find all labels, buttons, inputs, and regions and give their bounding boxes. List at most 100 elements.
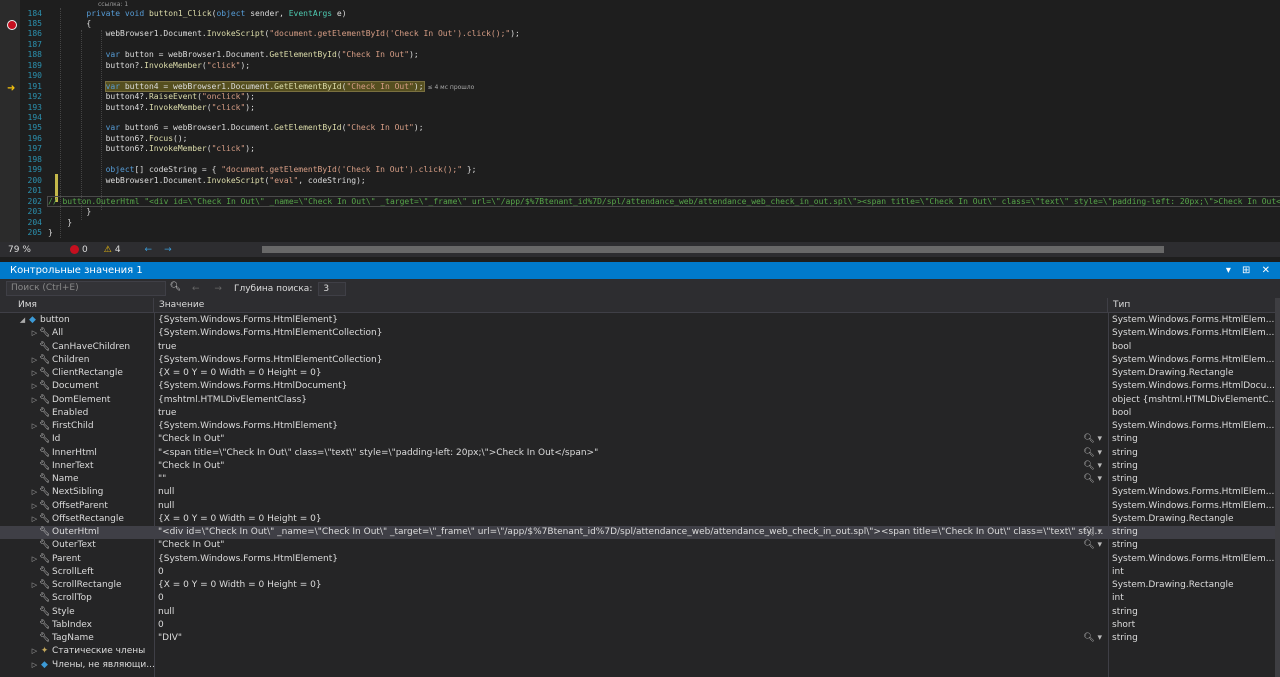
watch-row[interactable]: ▷ 🔧︎ FirstChild {System.Windows.Forms.HtmlE… — [0, 420, 1275, 433]
expand-toggle-icon[interactable]: ▷ — [30, 513, 39, 526]
column-divider[interactable] — [1108, 313, 1109, 677]
watch-row-value[interactable]: {System.Windows.Forms.HtmlElement} — [155, 314, 1108, 327]
code-line[interactable]: 202 // button.OuterHtml "<div id=\"Check … — [20, 195, 1280, 208]
search-icon[interactable]: 🔍︎ — [170, 281, 181, 294]
code-line[interactable]: 187 — [20, 40, 1280, 51]
expand-toggle-icon[interactable]: ▷ — [30, 394, 39, 407]
code-line[interactable]: 200 webBrowser1.Document.InvokeScript("ev… — [20, 176, 1280, 187]
code-line[interactable]: 184 private void button1_Click(object sen… — [20, 9, 1280, 20]
watch-row-value[interactable] — [155, 659, 1108, 672]
nav-arrows-icon[interactable]: ←→ — [145, 245, 184, 255]
error-count[interactable]: 0 — [70, 244, 88, 255]
watch-panel-title[interactable]: Контрольные значения 1 ▾ ⊞ ✕ — [0, 262, 1280, 279]
code-line[interactable]: 205} — [20, 228, 1280, 239]
code-line[interactable]: 191 var button4 = webBrowser1.Document.Ge… — [20, 80, 1280, 93]
watch-row[interactable]: ▷ 🔧︎ ClientRectangle {X = 0 Y = 0 Width = 0… — [0, 367, 1275, 380]
expand-toggle-icon[interactable]: ▷ — [30, 645, 39, 658]
watch-row-name[interactable]: 🔧︎ ScrollTop — [0, 592, 154, 605]
watch-row-name[interactable]: ▷ 🔧︎ ScrollRectangle — [0, 579, 154, 592]
watch-row[interactable]: 🔧︎ ScrollTop 0 int — [0, 592, 1275, 605]
magnifier-visualizer-icon[interactable]: 🔍︎ ▾ — [1083, 632, 1102, 645]
code-line[interactable]: 197 button6?.InvokeMember("click"); — [20, 144, 1280, 155]
watch-row-value[interactable]: true — [155, 407, 1108, 420]
search-depth-select[interactable]: 3 — [318, 281, 347, 296]
watch-row[interactable]: 🔧︎ Id "Check In Out" 🔍︎ ▾ string — [0, 433, 1275, 446]
watch-row-name[interactable]: 🔧︎ InnerHtml — [0, 447, 154, 460]
panel-window-controls[interactable]: ▾ ⊞ ✕ — [1226, 262, 1274, 279]
watch-row-value[interactable]: {System.Windows.Forms.HtmlElement} — [155, 420, 1108, 433]
watch-row-value[interactable] — [155, 645, 1108, 658]
watch-row[interactable]: ▷ 🔧︎ Document {System.Windows.Forms.HtmlDoc… — [0, 380, 1275, 393]
code-line[interactable]: 193 button4?.InvokeMember("click"); — [20, 103, 1280, 114]
watch-row-name[interactable]: 🔧︎ Enabled — [0, 407, 154, 420]
watch-row-value[interactable]: "<div id=\"Check In Out\" _name=\"Check … — [155, 526, 1108, 539]
watch-row-value[interactable]: "<span title=\"Check In Out\" class=\"te… — [155, 447, 1108, 460]
watch-row[interactable]: ▷ 🔧︎ All {System.Windows.Forms.HtmlElementC… — [0, 327, 1275, 340]
watch-row-value[interactable]: true — [155, 341, 1108, 354]
expand-toggle-icon[interactable]: ▷ — [30, 367, 39, 380]
watch-row-value[interactable]: {X = 0 Y = 0 Width = 0 Height = 0} — [155, 513, 1108, 526]
watch-row-name[interactable]: 🔧︎ OuterHtml — [0, 526, 154, 539]
column-header-name[interactable]: Имя — [0, 298, 154, 313]
watch-row[interactable]: 🔧︎ OuterHtml "<div id=\"Check In Out\" _na… — [0, 526, 1275, 540]
editor-horizontal-scrollbar[interactable] — [262, 246, 1164, 253]
expand-toggle-icon[interactable]: ◢ — [18, 314, 27, 327]
watch-row[interactable]: 🔧︎ CanHaveChildren true bool — [0, 341, 1275, 354]
watch-row-value[interactable]: {System.Windows.Forms.HtmlDocument} — [155, 380, 1108, 393]
watch-row[interactable]: ◢ ◆ button {System.Windows.Forms.HtmlElemen… — [0, 314, 1275, 327]
zoom-level[interactable]: 79 % — [0, 245, 48, 255]
watch-row[interactable]: 🔧︎ InnerHtml "<span title=\"Check In Out\"… — [0, 447, 1275, 460]
warning-count[interactable]: ⚠ 4 — [104, 245, 121, 255]
code-line[interactable]: 188 var button = webBrowser1.Document.Get… — [20, 50, 1280, 61]
watch-row-value[interactable]: {mshtml.HTMLDivElementClass} — [155, 394, 1108, 407]
watch-row[interactable]: 🔧︎ Name "" 🔍︎ ▾ string — [0, 473, 1275, 486]
expand-toggle-icon[interactable]: ▷ — [30, 486, 39, 499]
magnifier-visualizer-icon[interactable]: 🔍︎ ▾ — [1083, 433, 1102, 446]
watch-row-name[interactable]: ▷ 🔧︎ OffsetParent — [0, 500, 154, 513]
magnifier-visualizer-icon[interactable]: 🔍︎ ▾ — [1083, 460, 1102, 473]
expand-toggle-icon[interactable]: ▷ — [30, 327, 39, 340]
watch-row-name[interactable]: ▷ 🔧︎ Document — [0, 380, 154, 393]
watch-row-value[interactable]: {System.Windows.Forms.HtmlElement} — [155, 553, 1108, 566]
column-header-value[interactable]: Значение — [155, 298, 1108, 313]
expand-toggle-icon[interactable]: ▷ — [30, 420, 39, 433]
code-line[interactable]: 185 { — [20, 19, 1280, 30]
expand-toggle-icon[interactable]: ▷ — [30, 553, 39, 566]
watch-row-name[interactable]: ▷ 🔧︎ NextSibling — [0, 486, 154, 499]
watch-vertical-scrollbar[interactable] — [1275, 298, 1280, 677]
watch-row[interactable]: ▷ ✦ Статические члены — [0, 645, 1275, 658]
code-line[interactable]: 195 var button6 = webBrowser1.Document.Ge… — [20, 123, 1280, 134]
watch-row-value[interactable]: "Check In Out" 🔍︎ ▾ — [155, 460, 1108, 473]
watch-row[interactable]: ▷ 🔧︎ OffsetRectangle {X = 0 Y = 0 Width = 0… — [0, 513, 1275, 526]
watch-row-value[interactable]: 0 — [155, 619, 1108, 632]
watch-row-name[interactable]: ▷ 🔧︎ Parent — [0, 553, 154, 566]
watch-row-value[interactable]: "" 🔍︎ ▾ — [155, 473, 1108, 486]
watch-row-name[interactable]: ▷ 🔧︎ All — [0, 327, 154, 340]
watch-row-name[interactable]: 🔧︎ InnerText — [0, 460, 154, 473]
code-line[interactable]: 198 — [20, 155, 1280, 166]
watch-row[interactable]: 🔧︎ OuterText "Check In Out" 🔍︎ ▾ string — [0, 539, 1275, 552]
watch-row-name[interactable]: 🔧︎ OuterText — [0, 539, 154, 552]
search-nav-arrows[interactable]: ← → — [192, 284, 228, 294]
watch-row-value[interactable]: null — [155, 486, 1108, 499]
code-line[interactable]: 196 button6?.Focus(); — [20, 134, 1280, 145]
watch-row-name[interactable]: 🔧︎ Name — [0, 473, 154, 486]
code-line[interactable]: 190 — [20, 71, 1280, 82]
watch-row-value[interactable]: {System.Windows.Forms.HtmlElementCollect… — [155, 327, 1108, 340]
column-header-type[interactable]: Тип — [1109, 298, 1275, 313]
watch-row-name[interactable]: ▷ 🔧︎ Children — [0, 354, 154, 367]
code-line[interactable]: 192 button4?.RaiseEvent("onclick"); — [20, 92, 1280, 103]
code-line[interactable]: 194 — [20, 113, 1280, 124]
watch-row[interactable]: ▷ ◆ Члены, не являющи... — [0, 659, 1275, 672]
code-line[interactable]: 189 button?.InvokeMember("click"); — [20, 61, 1280, 72]
breakpoint-icon[interactable] — [7, 20, 17, 30]
watch-row-value[interactable]: 0 — [155, 566, 1108, 579]
code-line[interactable]: 201 — [20, 186, 1280, 197]
code-editor[interactable]: ➜ 184 private void button1_Click(object s… — [0, 0, 1280, 242]
expand-toggle-icon[interactable]: ▷ — [30, 380, 39, 393]
watch-row-name[interactable]: 🔧︎ CanHaveChildren — [0, 341, 154, 354]
watch-row-value[interactable]: "Check In Out" 🔍︎ ▾ — [155, 433, 1108, 446]
watch-row-value[interactable]: "Check In Out" 🔍︎ ▾ — [155, 539, 1108, 552]
watch-row[interactable]: ▷ 🔧︎ Parent {System.Windows.Forms.HtmlEleme… — [0, 553, 1275, 566]
expand-toggle-icon[interactable]: ▷ — [30, 354, 39, 367]
